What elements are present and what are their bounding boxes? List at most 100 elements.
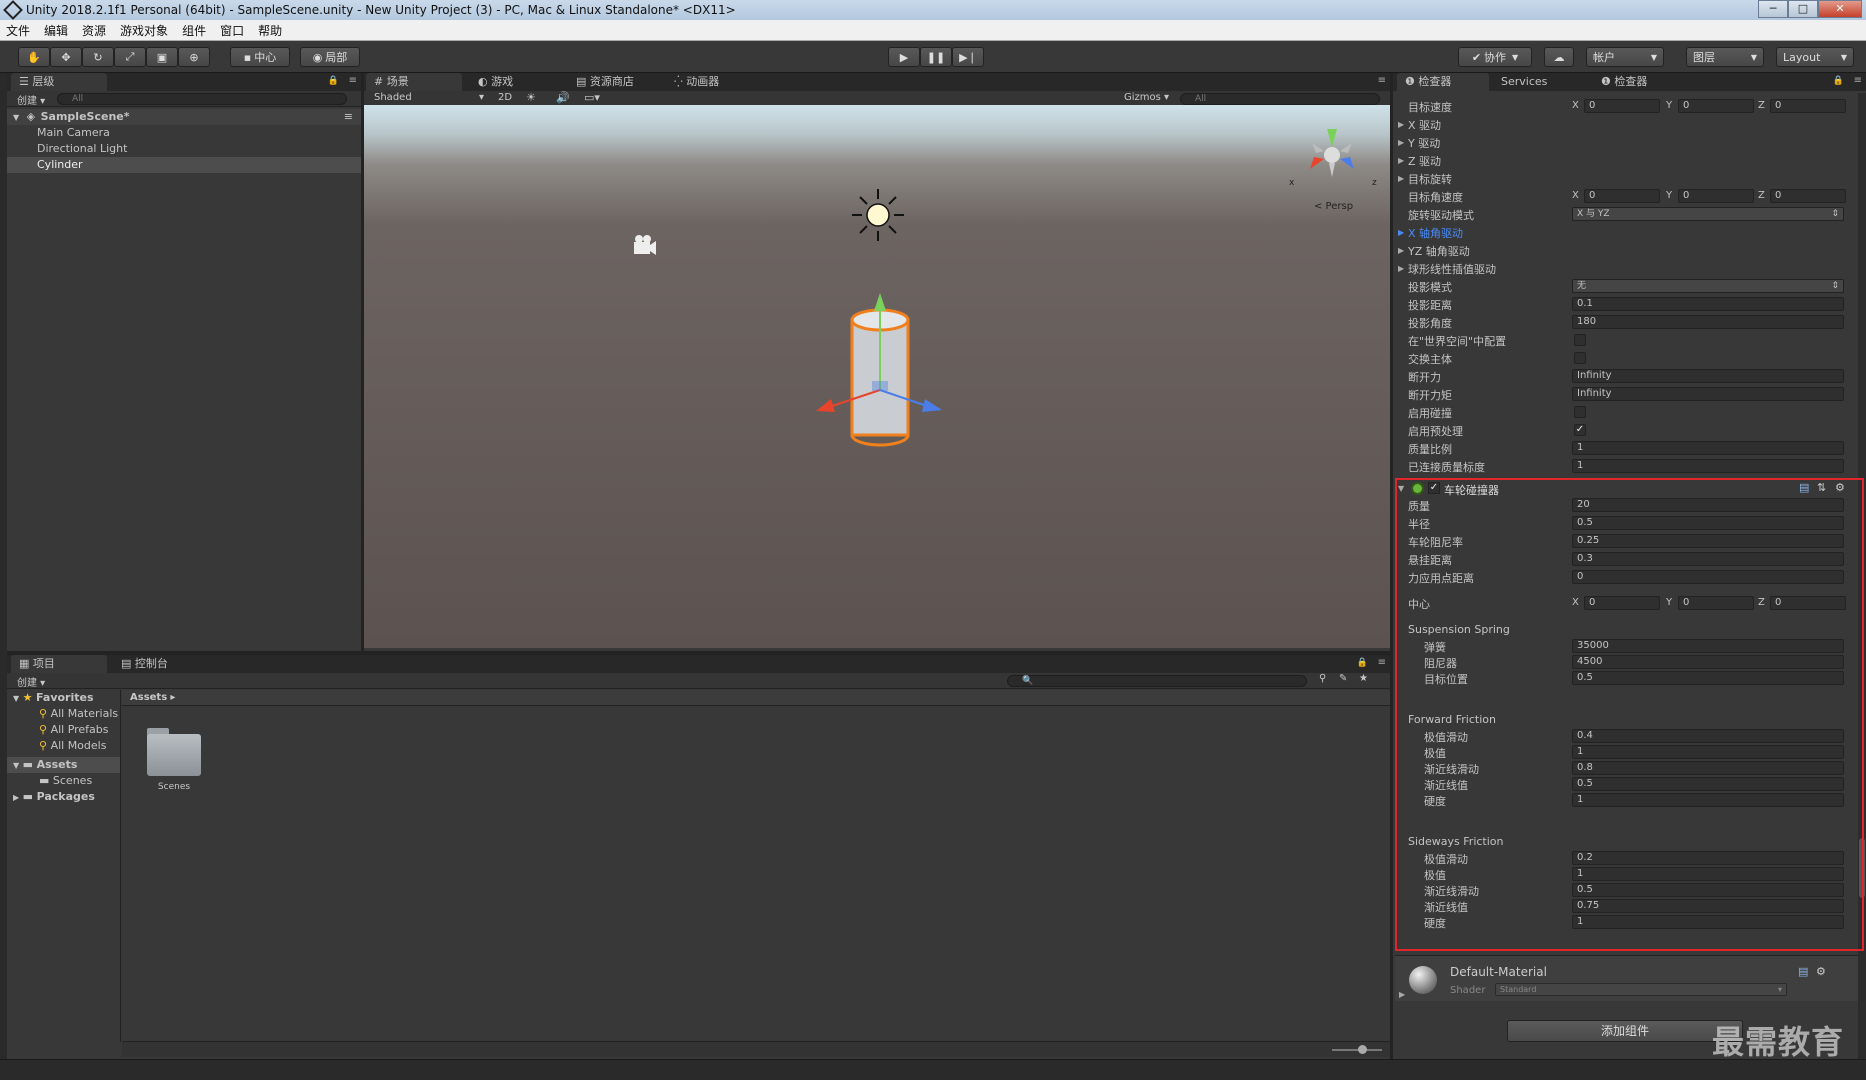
foldout-triangle-icon[interactable]: ▶ <box>1398 264 1404 273</box>
property-value-field[interactable]: 1 <box>1572 459 1844 473</box>
forward-property-field[interactable]: 0.4 <box>1572 729 1844 743</box>
foldout-triangle-icon[interactable]: ▶ <box>1398 174 1404 183</box>
vector-x-value[interactable]: 0 <box>1584 189 1660 203</box>
project-create-dropdown[interactable]: 创建 ▾ <box>17 674 45 689</box>
add-component-button[interactable]: 添加组件 <box>1507 1020 1743 1042</box>
account-dropdown[interactable]: 帐户 ▼ <box>1586 47 1664 67</box>
suspension-property-field[interactable]: 35000 <box>1572 639 1844 653</box>
tab-services[interactable]: Services <box>1493 73 1585 91</box>
layers-dropdown[interactable]: 图层 ▼ <box>1686 47 1764 67</box>
wheel-property-field[interactable]: 0 <box>1572 570 1844 584</box>
property-checkbox[interactable] <box>1574 334 1586 346</box>
vector-z-value[interactable]: 0 <box>1770 189 1846 203</box>
foldout-label[interactable]: Y 驱动 <box>1408 135 1440 151</box>
tab-inspector[interactable]: ❶ 检查器 <box>1397 73 1489 91</box>
tree-fav-all-models[interactable]: ⚲ All Models <box>7 738 120 754</box>
projection-label[interactable]: < Persp <box>1314 201 1353 212</box>
scale-tool-icon[interactable]: ⤢ <box>114 47 146 67</box>
hierarchy-item-directional-light[interactable]: Directional Light <box>7 141 361 157</box>
move-tool-icon[interactable]: ✥ <box>50 47 82 67</box>
lock-icon[interactable]: 🔒 <box>1357 658 1368 668</box>
menu-file[interactable]: 文件 <box>6 22 30 39</box>
scene-search-input[interactable]: All <box>1180 93 1380 105</box>
forward-property-field[interactable]: 0.8 <box>1572 761 1844 775</box>
menu-component[interactable]: 组件 <box>182 22 206 39</box>
camera-icon[interactable] <box>634 235 656 255</box>
suspension-property-field[interactable]: 0.5 <box>1572 671 1844 685</box>
help-book-icon[interactable]: ▤ <box>1799 481 1809 494</box>
cloud-icon[interactable]: ☁ <box>1544 47 1574 67</box>
hierarchy-search-input[interactable]: All <box>57 93 347 105</box>
shader-dropdown[interactable]: Standard ▾ <box>1495 983 1787 996</box>
gizmos-dropdown[interactable]: Gizmos ▾ <box>1124 92 1169 103</box>
foldout-label[interactable]: 目标旋转 <box>1408 171 1452 187</box>
wheel-property-field[interactable]: 20 <box>1572 498 1844 512</box>
hierarchy-item-main-camera[interactable]: Main Camera <box>7 125 361 141</box>
foldout-label[interactable]: YZ 轴角驱动 <box>1408 243 1470 259</box>
menu-gameobject[interactable]: 游戏对象 <box>120 22 168 39</box>
scene-menu-icon[interactable]: ≡ <box>344 109 353 125</box>
project-search-input[interactable]: 🔍 <box>1007 675 1307 687</box>
maximize-button[interactable]: □ <box>1788 0 1818 18</box>
filter-label-icon[interactable]: ✎ <box>1339 673 1347 684</box>
collab-dropdown[interactable]: ✔ 协作 ▼ <box>1458 47 1532 67</box>
vector-y-value[interactable]: 0 <box>1678 189 1754 203</box>
zoom-slider[interactable] <box>1332 1049 1382 1051</box>
foldout-label[interactable]: 球形线性插值驱动 <box>1408 261 1496 277</box>
property-checkbox[interactable] <box>1574 406 1586 418</box>
wheel-property-field[interactable]: 0.3 <box>1572 552 1844 566</box>
property-dropdown[interactable]: X 与 YZ ⇕ <box>1572 207 1844 221</box>
scene-root-row[interactable]: ▼ ◈ SampleScene* ≡ <box>7 109 361 125</box>
material-expand-icon[interactable]: ▶ <box>1399 990 1405 999</box>
filter-type-icon[interactable]: ⚲ <box>1319 673 1326 684</box>
vector-y-field[interactable]: Y0 <box>1666 596 1756 610</box>
vector-x-field[interactable]: X0 <box>1572 596 1662 610</box>
scene-menu-icon[interactable]: ≡ <box>1378 75 1386 86</box>
lock-icon[interactable]: 🔒 <box>1833 76 1844 86</box>
menu-assets[interactable]: 资源 <box>82 22 106 39</box>
menu-window[interactable]: 窗口 <box>220 22 244 39</box>
scene-viewport[interactable]: x z < Persp <box>364 105 1390 648</box>
vector-z-value[interactable]: 0 <box>1770 99 1846 113</box>
sideways-property-field[interactable]: 1 <box>1572 867 1844 881</box>
tab-asset-store[interactable]: ▤ 资源商店 <box>568 73 668 91</box>
material-gear-icon[interactable]: ⚙ <box>1816 965 1826 978</box>
tree-packages[interactable]: ▶ ▬ Packages <box>7 789 120 805</box>
hierarchy-item-cylinder[interactable]: Cylinder <box>7 157 361 173</box>
directional-light-icon[interactable] <box>852 189 904 241</box>
tree-scenes[interactable]: ▬ Scenes <box>7 773 120 789</box>
tab-game[interactable]: ◐ 游戏 <box>470 73 560 91</box>
lighting-toggle-icon[interactable]: ☀ <box>526 91 536 104</box>
close-button[interactable]: ✕ <box>1818 0 1862 18</box>
vector-x-value[interactable]: 0 <box>1584 596 1660 610</box>
menu-edit[interactable]: 编辑 <box>44 22 68 39</box>
tree-favorites[interactable]: ▼ ★ Favorites <box>7 690 120 706</box>
property-dropdown[interactable]: 无 ⇕ <box>1572 279 1844 293</box>
property-value-field[interactable]: Infinity <box>1572 387 1844 401</box>
assets-breadcrumb[interactable]: Assets ▸ <box>122 690 1390 706</box>
step-button[interactable]: ▶❘ <box>952 47 984 67</box>
space-toggle-button[interactable]: ◉ 局部 <box>300 47 360 67</box>
vector-z-value[interactable]: 0 <box>1770 596 1846 610</box>
foldout-triangle-icon[interactable]: ▶ <box>1398 246 1404 255</box>
minimize-button[interactable]: ─ <box>1758 0 1788 18</box>
property-value-field[interactable]: Infinity <box>1572 369 1844 383</box>
foldout-label[interactable]: X 轴角驱动 <box>1408 225 1463 241</box>
foldout-triangle-icon[interactable]: ▶ <box>1398 138 1404 147</box>
tab-scene[interactable]: # 场景 <box>366 73 462 91</box>
tree-assets[interactable]: ▼ ▬ Assets <box>7 757 120 773</box>
suspension-property-field[interactable]: 4500 <box>1572 655 1844 669</box>
forward-property-field[interactable]: 1 <box>1572 745 1844 759</box>
pivot-toggle-button[interactable]: ▪ 中心 <box>230 47 290 67</box>
shading-mode-dropdown[interactable]: Shaded ▾ <box>374 92 484 103</box>
vector-y-field[interactable]: Y0 <box>1666 99 1756 113</box>
vector-z-field[interactable]: Z0 <box>1758 596 1848 610</box>
vector-y-value[interactable]: 0 <box>1678 596 1754 610</box>
sideways-property-field[interactable]: 1 <box>1572 915 1844 929</box>
panel-menu-icon[interactable]: ≡ <box>349 75 357 86</box>
rotate-tool-icon[interactable]: ↻ <box>82 47 114 67</box>
foldout-triangle-icon[interactable]: ▶ <box>1398 156 1404 165</box>
material-help-icon[interactable]: ▤ <box>1798 965 1808 978</box>
audio-toggle-icon[interactable]: 🔊 <box>556 91 570 104</box>
property-value-field[interactable]: 180 <box>1572 315 1844 329</box>
